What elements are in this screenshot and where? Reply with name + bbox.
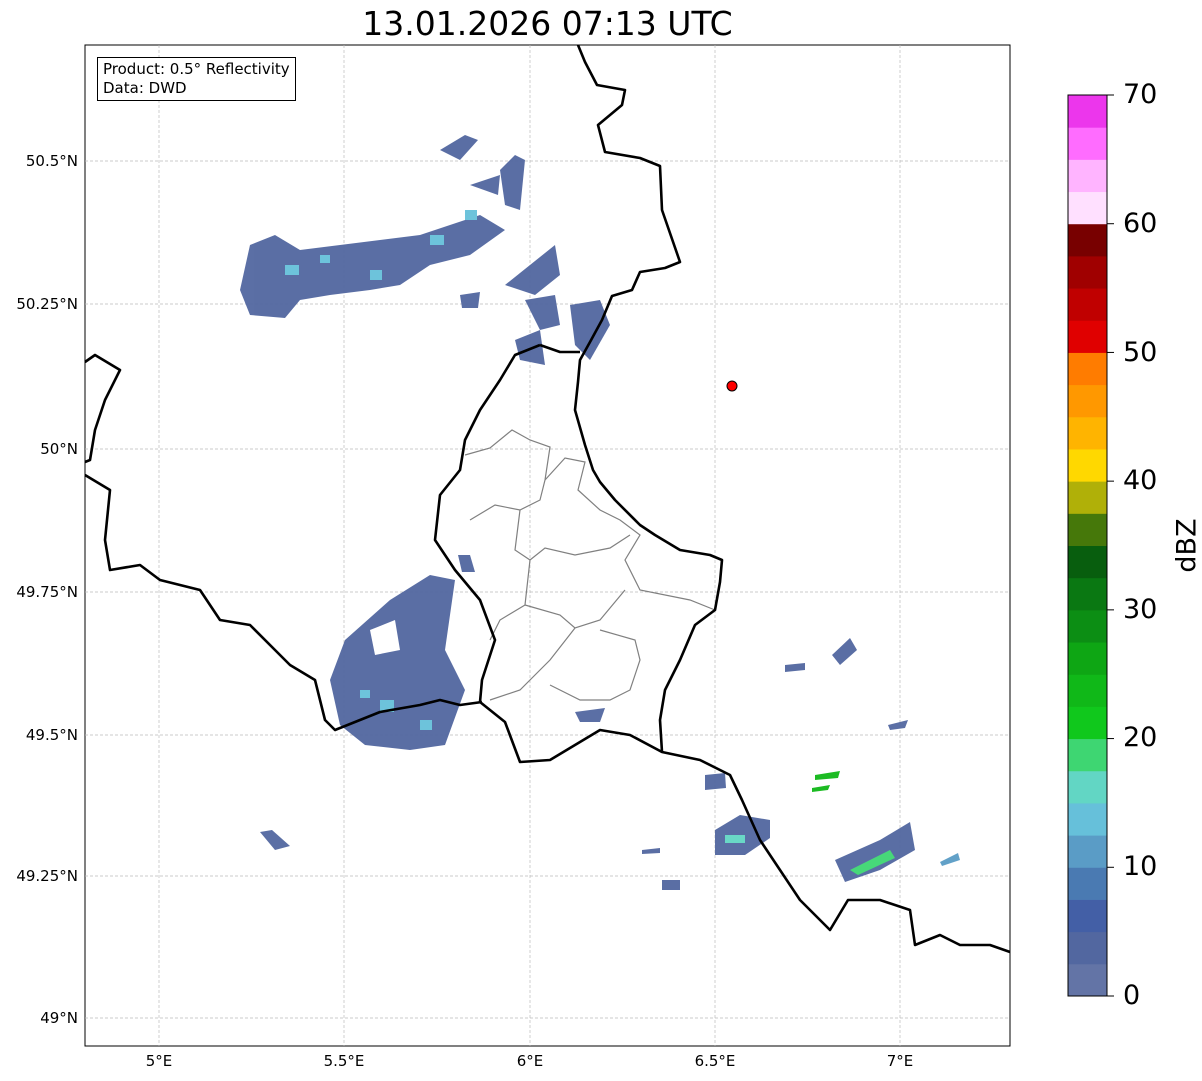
- colorbar-segment: [1068, 481, 1107, 514]
- colorbar-segment: [1068, 738, 1107, 772]
- colorbar-segment: [1068, 963, 1107, 997]
- lat-label: 50.25°N: [16, 295, 78, 313]
- colorbar-segment: [1068, 867, 1107, 900]
- colorbar-tick: 40: [1123, 465, 1158, 496]
- colorbar-segment: [1068, 352, 1107, 386]
- lon-label: 5°E: [145, 1052, 173, 1070]
- colorbar-segment: [1068, 545, 1107, 579]
- colorbar-segment: [1068, 609, 1107, 643]
- colorbar-segment: [1068, 95, 1107, 128]
- colorbar-segment: [1068, 674, 1107, 707]
- lat-label: 50°N: [40, 440, 78, 458]
- lat-label: 49.25°N: [16, 867, 78, 885]
- colorbar-segment: [1068, 931, 1107, 965]
- colorbar-segment: [1068, 642, 1107, 675]
- colorbar-segment: [1068, 127, 1107, 160]
- lat-label: 50.5°N: [25, 152, 78, 170]
- radar-figure: 13.01.2026 07:13 UTC Product: 0.5° Refle…: [0, 0, 1202, 1081]
- colorbar-segment: [1068, 320, 1107, 353]
- colorbar-segment: [1068, 513, 1107, 546]
- colorbar-segment: [1068, 416, 1107, 450]
- colorbar-segment: [1068, 223, 1107, 257]
- colorbar-segment: [1068, 448, 1107, 482]
- lat-label: 49.5°N: [25, 726, 78, 744]
- colorbar-tick: 50: [1123, 337, 1158, 368]
- colorbar-tick: 70: [1123, 79, 1158, 110]
- lon-label: 7°E: [886, 1052, 914, 1070]
- colorbar-segment: [1068, 899, 1107, 933]
- lon-label: 6.5°E: [694, 1052, 736, 1070]
- colorbar-segment: [1068, 835, 1107, 868]
- colorbar-label: dBZ: [1171, 518, 1202, 573]
- colorbar-segment: [1068, 191, 1107, 225]
- colorbar-tick: 10: [1123, 851, 1158, 882]
- colorbar-segment: [1068, 384, 1107, 418]
- colorbar-segment: [1068, 577, 1107, 611]
- colorbar-tick: 0: [1123, 980, 1141, 1011]
- legend-data-source: Data: DWD: [103, 79, 187, 97]
- colorbar-segment: [1068, 288, 1107, 321]
- map-plot: [84, 44, 1114, 1047]
- lon-label: 6°E: [516, 1052, 544, 1070]
- lat-label: 49.75°N: [16, 583, 78, 601]
- colorbar-segment: [1068, 802, 1107, 836]
- colorbar-tick: 30: [1123, 594, 1158, 625]
- lat-label: 49°N: [40, 1009, 78, 1027]
- lon-label: 5.5°E: [323, 1052, 365, 1070]
- colorbar-tick: 20: [1123, 722, 1158, 753]
- colorbar-segment: [1068, 255, 1107, 289]
- radar-site-marker: [726, 380, 738, 392]
- colorbar-segment: [1068, 770, 1107, 804]
- colorbar-segment: [1068, 159, 1107, 193]
- colorbar-segment: [1068, 706, 1107, 740]
- product-legend: Product: 0.5° Reflectivity Data: DWD: [97, 57, 296, 101]
- legend-product: Product: 0.5° Reflectivity: [103, 60, 290, 78]
- colorbar-tick: 60: [1123, 208, 1158, 239]
